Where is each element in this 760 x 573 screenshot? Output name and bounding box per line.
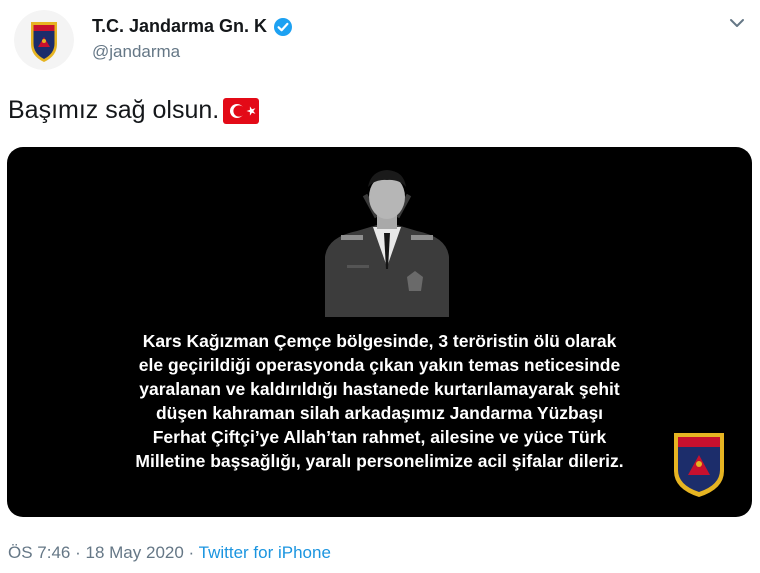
tweet-media-image[interactable]: Kars Kağızman Çemçe bölgesinde, 3 teröri… — [7, 147, 752, 517]
meta-separator: · — [188, 543, 195, 562]
tweet-source-link[interactable]: Twitter for iPhone — [199, 543, 331, 562]
soldier-portrait — [317, 157, 457, 317]
verified-badge-icon — [273, 17, 293, 37]
turkish-flag-icon — [223, 97, 260, 124]
name-row: T.C. Jandarma Gn. K — [92, 16, 293, 37]
jandarma-emblem-icon — [14, 10, 74, 70]
media-caption: Kars Kağızman Çemçe bölgesinde, 3 teröri… — [135, 331, 624, 471]
jandarma-emblem-icon — [672, 431, 726, 499]
tweet-header: T.C. Jandarma Gn. K @jandarma — [8, 6, 752, 76]
tweet-time[interactable]: ÖS 7:46 — [8, 543, 70, 562]
tweet-date[interactable]: 18 May 2020 — [86, 543, 184, 562]
meta-separator: · — [75, 543, 81, 562]
tweet-text-row: Başımız sağ olsun. — [8, 96, 260, 125]
avatar[interactable] — [14, 10, 74, 70]
display-name[interactable]: T.C. Jandarma Gn. K — [92, 16, 267, 37]
chevron-down-icon[interactable] — [726, 12, 748, 34]
tweet-meta: ÖS 7:46 · 18 May 2020 · Twitter for iPho… — [8, 543, 331, 563]
tweet-text: Başımız sağ olsun. — [8, 96, 220, 124]
user-handle[interactable]: @jandarma — [92, 42, 180, 62]
